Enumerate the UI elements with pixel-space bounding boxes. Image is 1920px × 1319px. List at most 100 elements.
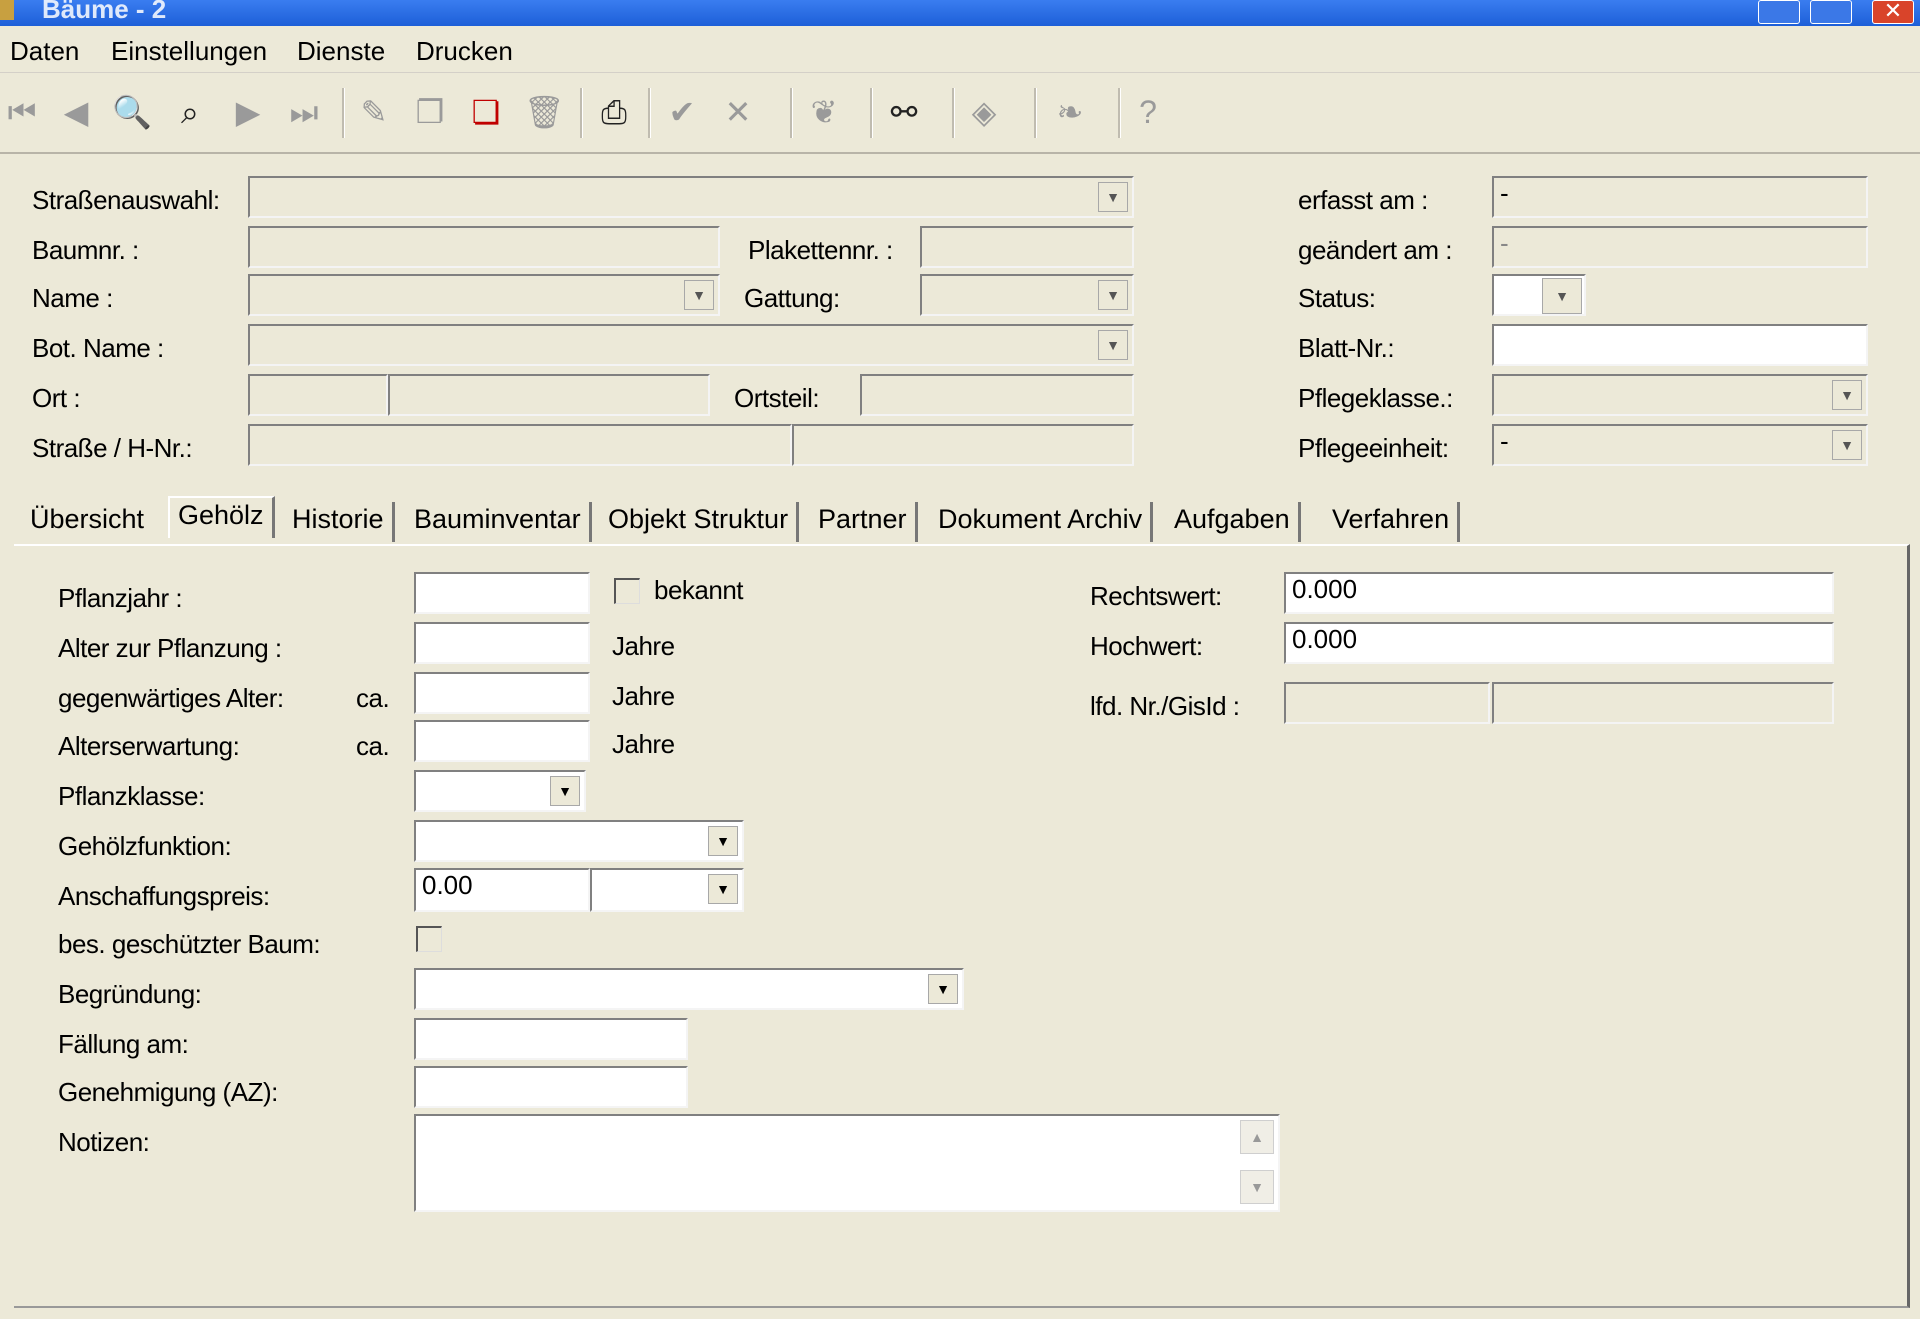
gattung-combo[interactable]: ▼: [920, 274, 1134, 316]
delete-icon[interactable]: 🗑: [524, 92, 565, 132]
status-combo[interactable]: ▼: [1492, 274, 1586, 316]
search-icon[interactable]: 🔍: [112, 92, 152, 132]
geschuetzt-checkbox[interactable]: [416, 926, 442, 952]
tab-gehoelz[interactable]: Gehölz: [168, 496, 275, 538]
tab-uebersicht[interactable]: Übersicht: [22, 502, 152, 542]
gehoelzfunktion-combo[interactable]: ▼: [414, 820, 744, 862]
ort-code-field[interactable]: [248, 374, 388, 416]
strassenauswahl-combo[interactable]: ▼: [248, 176, 1134, 218]
tab-aufgaben[interactable]: Aufgaben: [1166, 502, 1301, 542]
blatt-label: Blatt-Nr.:: [1298, 333, 1395, 363]
tab-historie[interactable]: Historie: [284, 502, 395, 542]
menu-drucken[interactable]: Drucken: [416, 36, 513, 66]
name-combo[interactable]: ▼: [248, 274, 720, 316]
tab-bauminventar[interactable]: Bauminventar: [406, 502, 592, 542]
chevron-down-icon[interactable]: ▼: [1098, 330, 1128, 360]
notizen-textarea[interactable]: ▲ ▼: [414, 1114, 1280, 1212]
close-button[interactable]: ✕: [1872, 0, 1914, 24]
chevron-down-icon[interactable]: ▼: [1098, 280, 1128, 310]
plakettennr-field[interactable]: [920, 226, 1134, 268]
toolbar: ⏮ ◀ 🔍 ⌕ ▶ ⏭ ✎ ❐ ❏ 🗑 ⎙ ✔ ✕ ❦ ⚯ ◈ ❧ ?: [0, 74, 1920, 154]
jahre-label: Jahre: [612, 681, 675, 711]
first-record-icon[interactable]: ⏮: [2, 92, 42, 132]
blatt-field[interactable]: [1492, 324, 1868, 366]
cancel-icon[interactable]: ✕: [718, 92, 758, 132]
pflanzjahr-field[interactable]: [414, 572, 590, 614]
begruendung-combo[interactable]: ▼: [414, 968, 964, 1010]
jahre-label: Jahre: [612, 729, 675, 759]
duplicate-icon[interactable]: ❏: [466, 92, 506, 132]
ortsteil-field[interactable]: [860, 374, 1134, 416]
confirm-icon[interactable]: ✔: [662, 92, 702, 132]
gegenwaertiges-alter-label: gegenwärtiges Alter:: [58, 683, 284, 713]
botname-label: Bot. Name :: [32, 333, 164, 363]
menu-dienste[interactable]: Dienste: [297, 36, 385, 66]
tab-strip: Übersicht Gehölz Historie Bauminventar O…: [14, 494, 1914, 544]
geaendert-field: -: [1492, 226, 1868, 268]
chevron-down-icon[interactable]: ▼: [708, 874, 738, 904]
pflegeklasse-label: Pflegeklasse.:: [1298, 383, 1453, 413]
toolbar-separator: [1034, 88, 1037, 138]
leaf-filled-icon[interactable]: ❧: [1050, 92, 1090, 132]
chevron-down-icon[interactable]: ▼: [550, 776, 580, 806]
botname-combo[interactable]: ▼: [248, 324, 1134, 366]
menu-einstellungen[interactable]: Einstellungen: [111, 36, 267, 66]
chevron-down-icon[interactable]: ▼: [1832, 430, 1862, 460]
leaf-icon[interactable]: ❦: [804, 92, 844, 132]
erfasst-field: -: [1492, 176, 1868, 218]
alter-pflanzung-field[interactable]: [414, 622, 590, 664]
pflanzjahr-label: Pflanzjahr :: [58, 583, 183, 613]
minimize-button[interactable]: [1758, 0, 1800, 24]
chevron-down-icon[interactable]: ▼: [1098, 182, 1128, 212]
anschaffungspreis-field[interactable]: 0.00: [414, 868, 590, 912]
menu-bar: Daten Einstellungen Dienste Drucken: [0, 30, 1920, 73]
prev-record-icon[interactable]: ◀: [56, 92, 96, 132]
hochwert-field[interactable]: 0.000: [1284, 622, 1834, 664]
copy-icon[interactable]: ❐: [410, 92, 450, 132]
scroll-down-icon[interactable]: ▼: [1240, 1170, 1274, 1204]
hausnummer-field[interactable]: [792, 424, 1134, 466]
tab-partner[interactable]: Partner: [810, 502, 918, 542]
chevron-down-icon[interactable]: ▼: [1832, 380, 1862, 410]
bekannt-label: bekannt: [654, 575, 744, 605]
genehmigung-field[interactable]: [414, 1066, 688, 1108]
pflegeklasse-combo[interactable]: ▼: [1492, 374, 1868, 416]
tab-dokument-archiv[interactable]: Dokument Archiv: [930, 502, 1154, 542]
chevron-down-icon[interactable]: ▼: [928, 974, 958, 1004]
menu-daten[interactable]: Daten: [10, 36, 79, 66]
scroll-up-icon[interactable]: ▲: [1240, 1120, 1274, 1154]
pflegeeinheit-combo[interactable]: - ▼: [1492, 424, 1868, 466]
gegenwaertiges-alter-field[interactable]: [414, 672, 590, 714]
baumnr-field[interactable]: [248, 226, 720, 268]
pflanzklasse-combo[interactable]: ▼: [414, 770, 586, 812]
ortsteil-label: Ortsteil:: [734, 383, 820, 413]
maximize-button[interactable]: [1810, 0, 1852, 24]
tab-verfahren[interactable]: Verfahren: [1324, 502, 1461, 542]
toolbar-separator: [648, 88, 651, 138]
last-record-icon[interactable]: ⏭: [284, 92, 324, 132]
tab-objekt-struktur[interactable]: Objekt Struktur: [600, 502, 800, 542]
begruendung-label: Begründung:: [58, 979, 202, 1009]
next-record-icon[interactable]: ▶: [228, 92, 268, 132]
genehmigung-label: Genehmigung (AZ):: [58, 1077, 278, 1107]
notizen-label: Notizen:: [58, 1127, 150, 1157]
edit-icon[interactable]: ✎: [354, 92, 394, 132]
ort-field[interactable]: [388, 374, 710, 416]
geaendert-label: geändert am :: [1298, 235, 1452, 265]
print-icon[interactable]: ⎙: [594, 92, 634, 132]
chevron-down-icon[interactable]: ▼: [684, 280, 714, 310]
strasse-field[interactable]: [248, 424, 792, 466]
help-icon[interactable]: ?: [1128, 92, 1168, 132]
eraser-icon[interactable]: ◈: [964, 92, 1004, 132]
rechtswert-field[interactable]: 0.000: [1284, 572, 1834, 614]
faellung-field[interactable]: [414, 1018, 688, 1060]
erfasst-label: erfasst am :: [1298, 185, 1428, 215]
waehrung-combo[interactable]: ▼: [590, 868, 744, 912]
chevron-down-icon[interactable]: ▼: [708, 826, 738, 856]
chevron-down-icon[interactable]: ▼: [1542, 278, 1582, 314]
alterserwartung-field[interactable]: [414, 720, 590, 762]
binoculars-icon[interactable]: ⚯: [884, 92, 924, 132]
pflegeeinheit-value: -: [1500, 426, 1509, 456]
search-advanced-icon[interactable]: ⌕: [170, 92, 210, 132]
bekannt-checkbox[interactable]: [614, 578, 640, 604]
